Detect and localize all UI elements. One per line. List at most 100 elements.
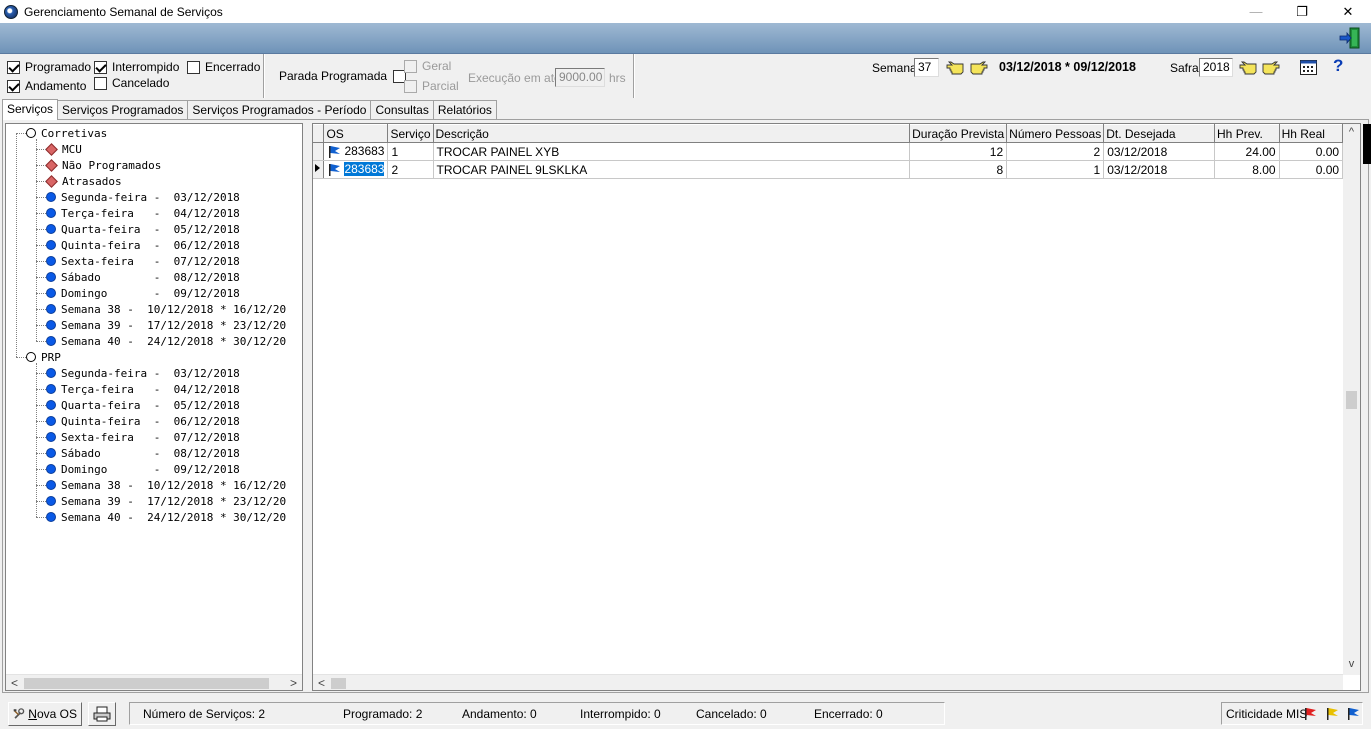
cancelado-checkbox[interactable] bbox=[94, 76, 107, 90]
nova-os-button[interactable]: Nova OS bbox=[8, 702, 82, 726]
scroll-thumb[interactable] bbox=[331, 678, 346, 689]
tree-node[interactable]: Semana 38 - 10/12/2018 * 16/12/20 bbox=[46, 301, 286, 317]
close-button[interactable]: ✕ bbox=[1325, 0, 1371, 23]
next-week-icon[interactable] bbox=[970, 61, 988, 75]
tree-node[interactable]: Semana 38 - 10/12/2018 * 16/12/20 bbox=[46, 477, 286, 493]
safra-input[interactable]: 2018 bbox=[1199, 58, 1233, 77]
filter-andamento[interactable]: Andamento bbox=[7, 79, 86, 93]
tree-horizontal-scrollbar[interactable]: < > bbox=[6, 674, 302, 690]
data-cell[interactable]: 03/12/2018 bbox=[1103, 160, 1216, 179]
column-header[interactable]: Número Pessoas bbox=[1006, 124, 1105, 143]
tree-node[interactable]: Domingo - 09/12/2018 bbox=[46, 285, 240, 301]
parada-parcial[interactable]: Parcial bbox=[404, 79, 459, 93]
tree-node[interactable]: Quarta-feira - 05/12/2018 bbox=[46, 221, 240, 237]
maximize-button[interactable]: ❐ bbox=[1279, 0, 1325, 23]
tree-node[interactable]: Sábado - 08/12/2018 bbox=[46, 269, 240, 285]
os-cell[interactable]: 283683 bbox=[323, 142, 389, 161]
servico-cell[interactable]: 1 bbox=[387, 142, 434, 161]
tree-node[interactable]: Semana 39 - 17/12/2018 * 23/12/20 bbox=[46, 317, 286, 333]
tree-node[interactable]: Semana 40 - 24/12/2018 * 30/12/20 bbox=[46, 509, 286, 525]
table-row[interactable]: 283683 1 TROCAR PAINEL XYB 12 2 03/12/20… bbox=[313, 142, 1360, 161]
tree-node[interactable]: Quarta-feira - 05/12/2018 bbox=[46, 397, 240, 413]
semana-input[interactable]: 37 bbox=[914, 58, 939, 77]
tree-node[interactable]: Quinta-feira - 06/12/2018 bbox=[46, 413, 240, 429]
data-cell[interactable]: 03/12/2018 bbox=[1103, 142, 1216, 161]
geral-checkbox[interactable] bbox=[404, 59, 417, 73]
programado-checkbox[interactable] bbox=[7, 60, 20, 74]
os-cell[interactable]: 283683 bbox=[323, 160, 389, 179]
tree-node[interactable]: Corretivas bbox=[26, 125, 107, 141]
hh-prev-cell[interactable]: 24.00 bbox=[1214, 142, 1280, 161]
filter-interrompido[interactable]: Interrompido bbox=[94, 60, 179, 74]
column-header[interactable]: Descrição bbox=[433, 124, 911, 143]
tab-servicos[interactable]: Serviços bbox=[2, 99, 59, 120]
table-row[interactable]: 283683 2 TROCAR PAINEL 9LSKLKA 8 1 03/12… bbox=[313, 160, 1360, 179]
column-header[interactable]: Hh Prev. bbox=[1214, 124, 1280, 143]
pessoas-cell[interactable]: 1 bbox=[1006, 160, 1105, 179]
scroll-left-icon[interactable]: < bbox=[313, 675, 330, 690]
exit-door-icon[interactable] bbox=[1339, 27, 1361, 49]
services-tree[interactable]: Corretivas MCU Não Programados Atrasados Seg… bbox=[5, 123, 303, 691]
next-safra-icon[interactable] bbox=[1262, 61, 1280, 75]
tab-servicos-programados-periodo[interactable]: Serviços Programados - Período bbox=[187, 100, 372, 119]
yellow-flag-icon[interactable] bbox=[1325, 707, 1339, 721]
servico-cell[interactable]: 2 bbox=[387, 160, 434, 179]
tree-node[interactable]: Sexta-feira - 07/12/2018 bbox=[46, 429, 240, 445]
andamento-checkbox[interactable] bbox=[7, 79, 20, 93]
tree-node[interactable]: Semana 40 - 24/12/2018 * 30/12/20 bbox=[46, 333, 286, 349]
column-header[interactable]: Duração Prevista bbox=[909, 124, 1008, 143]
scroll-thumb[interactable] bbox=[1346, 391, 1357, 409]
tree-node[interactable]: MCU bbox=[45, 141, 82, 157]
minimize-button[interactable]: — bbox=[1233, 0, 1279, 23]
tree-node[interactable]: Segunda-feira - 03/12/2018 bbox=[46, 365, 240, 381]
tree-node[interactable]: Sexta-feira - 07/12/2018 bbox=[46, 253, 240, 269]
tree-node[interactable]: Domingo - 09/12/2018 bbox=[46, 461, 240, 477]
services-grid[interactable]: OS Serviço Descrição Duração Prevista Nú… bbox=[312, 123, 1361, 691]
tree-node[interactable]: Terça-feira - 04/12/2018 bbox=[46, 381, 240, 397]
tree-node[interactable]: Atrasados bbox=[45, 173, 122, 189]
tree-node[interactable]: Semana 39 - 17/12/2018 * 23/12/20 bbox=[46, 493, 286, 509]
previous-week-icon[interactable] bbox=[946, 61, 964, 75]
tab-servicos-programados[interactable]: Serviços Programados bbox=[57, 100, 189, 119]
descricao-cell[interactable]: TROCAR PAINEL XYB bbox=[433, 142, 911, 161]
scroll-up-icon[interactable]: ^ bbox=[1343, 124, 1360, 141]
scroll-left-icon[interactable]: < bbox=[6, 675, 23, 690]
tree-node[interactable]: Terça-feira - 04/12/2018 bbox=[46, 205, 240, 221]
help-icon[interactable]: ? bbox=[1333, 56, 1343, 76]
column-header[interactable]: Dt. Desejada bbox=[1103, 124, 1216, 143]
scroll-right-icon[interactable]: > bbox=[285, 675, 302, 690]
calendar-icon[interactable] bbox=[1300, 60, 1317, 75]
duracao-cell[interactable]: 8 bbox=[909, 160, 1008, 179]
hh-real-cell[interactable]: 0.00 bbox=[1279, 142, 1344, 161]
hh-prev-cell[interactable]: 8.00 bbox=[1214, 160, 1280, 179]
column-header[interactable]: Hh Real bbox=[1279, 124, 1344, 143]
tree-node[interactable]: Não Programados bbox=[45, 157, 161, 173]
tree-node[interactable]: Segunda-feira - 03/12/2018 bbox=[46, 189, 240, 205]
print-button[interactable] bbox=[88, 702, 116, 726]
blue-flag-icon[interactable] bbox=[1346, 707, 1360, 721]
grid-vertical-scrollbar[interactable]: ^ v bbox=[1343, 124, 1360, 675]
execucao-input[interactable]: 9000.00 bbox=[555, 68, 605, 87]
descricao-cell[interactable]: TROCAR PAINEL 9LSKLKA bbox=[433, 160, 911, 179]
parada-geral[interactable]: Geral bbox=[404, 59, 451, 73]
scroll-down-icon[interactable]: v bbox=[1343, 656, 1360, 673]
tab-consultas[interactable]: Consultas bbox=[370, 100, 434, 119]
filter-encerrado[interactable]: Encerrado bbox=[187, 60, 260, 74]
grid-horizontal-scrollbar[interactable]: < bbox=[313, 674, 1343, 690]
encerrado-checkbox[interactable] bbox=[187, 60, 200, 74]
pessoas-cell[interactable]: 2 bbox=[1006, 142, 1105, 161]
filter-programado[interactable]: Programado bbox=[7, 60, 91, 74]
tree-node[interactable]: Quinta-feira - 06/12/2018 bbox=[46, 237, 240, 253]
column-header[interactable]: Serviço bbox=[387, 124, 434, 143]
tree-node[interactable]: Sábado - 08/12/2018 bbox=[46, 445, 240, 461]
filter-cancelado[interactable]: Cancelado bbox=[94, 76, 169, 90]
previous-safra-icon[interactable] bbox=[1239, 61, 1257, 75]
duracao-cell[interactable]: 12 bbox=[909, 142, 1008, 161]
scroll-thumb[interactable] bbox=[24, 678, 269, 689]
tree-node[interactable]: PRP bbox=[26, 349, 61, 365]
parcial-checkbox[interactable] bbox=[404, 79, 417, 93]
parada-programada[interactable]: Parada Programada bbox=[279, 69, 411, 83]
tab-relatorios[interactable]: Relatórios bbox=[432, 100, 497, 119]
interrompido-checkbox[interactable] bbox=[94, 60, 107, 74]
column-header[interactable]: OS bbox=[323, 124, 389, 143]
